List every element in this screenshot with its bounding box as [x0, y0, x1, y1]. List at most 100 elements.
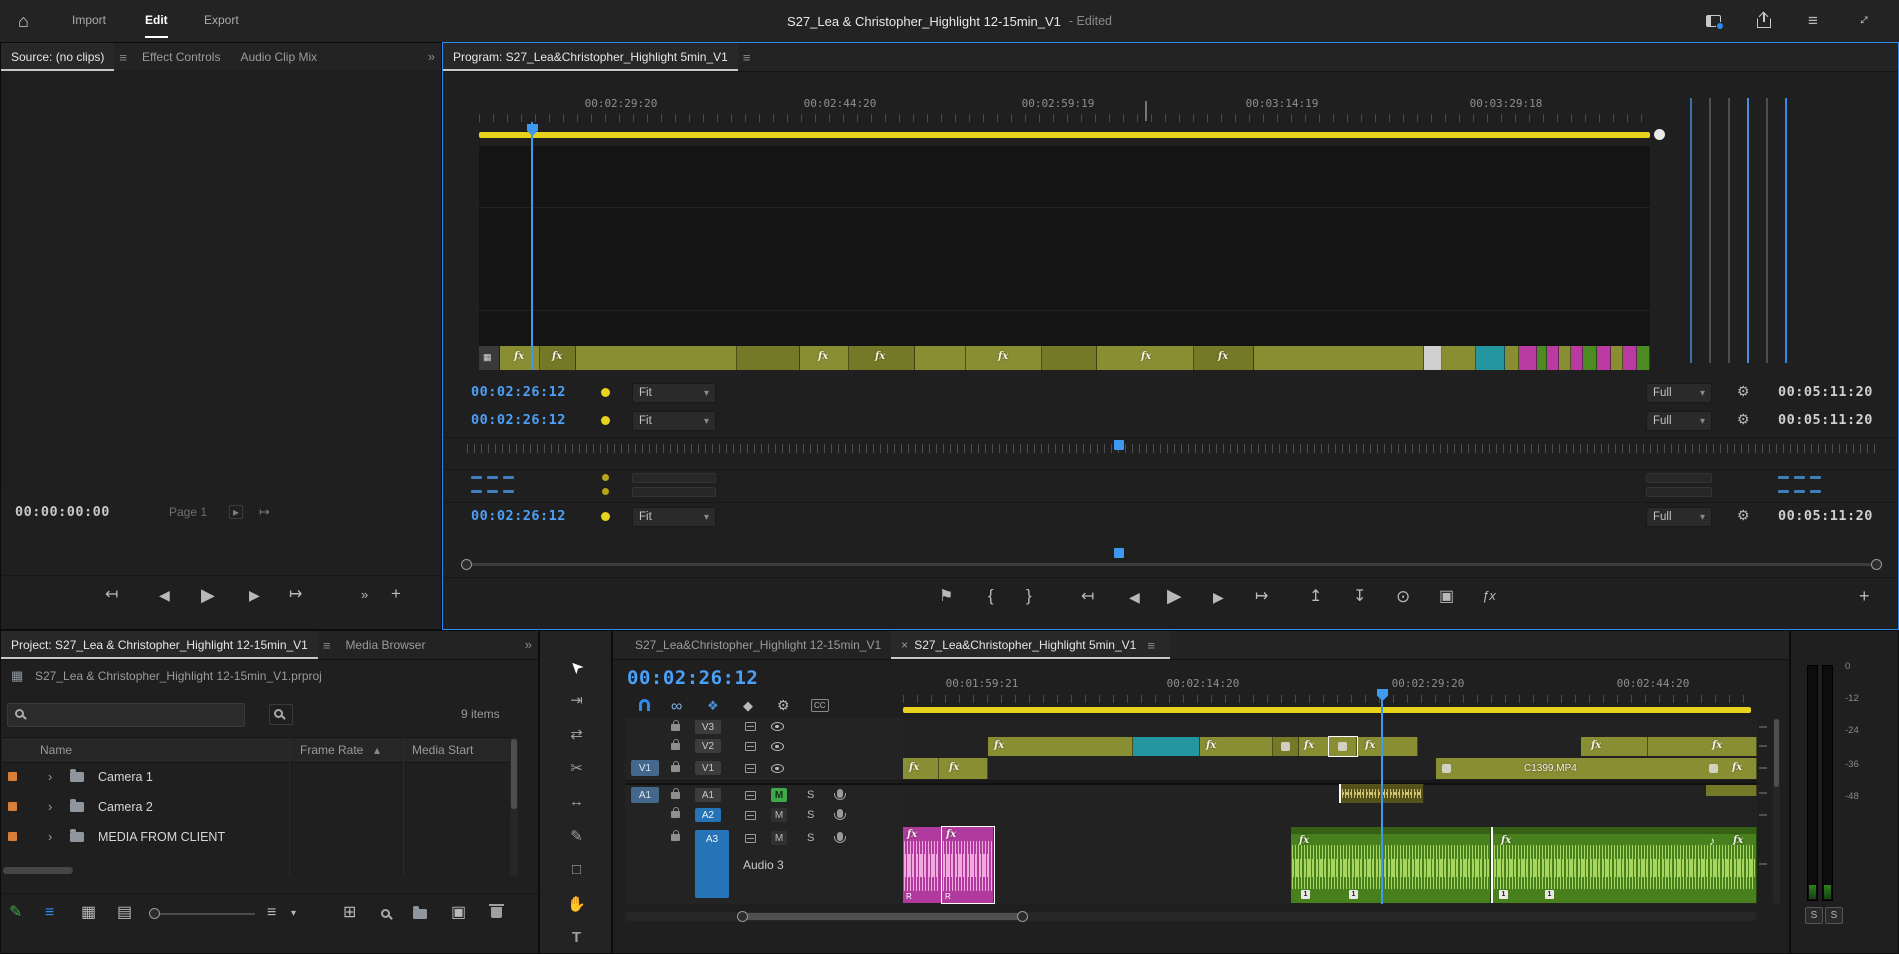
seekbar-playhead[interactable] [1114, 548, 1124, 558]
video-clip[interactable]: fx [1648, 737, 1757, 756]
sync-lock-icon[interactable] [745, 722, 756, 731]
tab-program[interactable]: Program: S27_Lea&Christopher_Highlight 5… [443, 43, 738, 71]
hscrollbar-left-handle[interactable] [737, 911, 748, 922]
track-target-a3[interactable]: A3 [695, 830, 729, 898]
filmstrip-clip[interactable] [1559, 346, 1571, 370]
solo-button[interactable]: S [807, 789, 814, 801]
workspaces-icon[interactable] [1706, 15, 1724, 30]
program-filmstrip[interactable]: ▦ fx fx fx fx fx fx fx [479, 346, 1650, 370]
find-button[interactable] [381, 909, 390, 918]
filmstrip-clip[interactable] [1623, 346, 1637, 370]
zoom-slider-track[interactable] [151, 913, 255, 915]
work-area-bar[interactable] [903, 707, 1751, 713]
list-view-button[interactable]: ≡ [45, 905, 54, 921]
work-area-end-handle[interactable] [1654, 129, 1665, 140]
work-area-bar[interactable] [479, 132, 1650, 138]
video-clip[interactable] [1273, 737, 1299, 756]
go-to-in-button[interactable]: ↤ [1081, 589, 1094, 605]
filmstrip-clip[interactable] [915, 346, 966, 370]
playback-resolution-select[interactable]: Full ▾ [1646, 411, 1712, 431]
zoom-select[interactable]: Fit ▾ [632, 411, 716, 431]
tab-effect-controls[interactable]: Effect Controls [132, 43, 230, 71]
video-clip[interactable]: fx [1299, 737, 1329, 756]
lock-icon[interactable] [671, 830, 680, 841]
audio-clip-pink-selected[interactable]: fx R [941, 826, 995, 904]
playhead-timecode[interactable]: 00:02:26:12 [471, 384, 566, 400]
mute-button[interactable]: M [771, 831, 787, 845]
label-color-chip[interactable] [8, 772, 17, 781]
program-panel-menu-icon[interactable]: ≡ [738, 50, 756, 65]
tab-sequence-12-15[interactable]: S27_Lea&Christopher_Highlight 12-15min_V… [625, 631, 891, 659]
settings-wrench-icon[interactable]: ⚙ [1737, 384, 1750, 398]
timeline-hscrollbar-thumb[interactable] [742, 913, 1024, 920]
source-patch-a1[interactable]: A1 [631, 787, 659, 803]
bin-name[interactable]: MEDIA FROM CLIENT [98, 830, 225, 844]
filmstrip-clip[interactable]: fx [540, 346, 576, 370]
add-button-icon[interactable]: + [1859, 587, 1870, 605]
mute-button[interactable]: M [771, 788, 787, 802]
playback-resolution-select[interactable]: Full ▾ [1646, 383, 1712, 403]
audio-clip-green[interactable]: fx ♪ fx [1491, 827, 1757, 903]
tab-source[interactable]: Source: (no clips) [1, 43, 115, 71]
video-clip[interactable]: fx [1357, 737, 1418, 756]
filmstrip-clip[interactable] [1519, 346, 1537, 370]
close-tab-icon[interactable]: × [901, 638, 908, 652]
track-target-v2[interactable]: V2 [695, 739, 721, 753]
new-item-button[interactable]: ▣ [451, 905, 466, 921]
project-writable-icon[interactable]: ✎ [9, 905, 22, 921]
filmstrip-clip[interactable] [1442, 346, 1476, 370]
slip-tool[interactable]: ↔ [540, 793, 611, 810]
razor-tool[interactable]: ✂ [540, 759, 611, 777]
linked-selection-icon[interactable]: ∞ [671, 699, 682, 715]
video-clip[interactable]: fx [1581, 737, 1648, 756]
page-indicator[interactable]: Page 1 [169, 505, 207, 519]
track-select-forward-tool[interactable]: ⇥ [540, 691, 611, 709]
share-icon[interactable] [1757, 13, 1771, 28]
sync-lock-icon[interactable] [745, 834, 756, 843]
playback-resolution-select[interactable]: Full ▾ [1646, 507, 1712, 527]
go-to-end-icon[interactable]: ↦ [259, 505, 270, 518]
sync-lock-icon[interactable] [745, 791, 756, 800]
pen-tool[interactable]: ✎ [540, 827, 611, 845]
panel-overflow-icon[interactable]: » [428, 49, 435, 64]
lock-icon[interactable] [671, 761, 680, 772]
sync-lock-icon[interactable] [745, 811, 756, 820]
panel-menu-icon[interactable]: ≡ [318, 638, 336, 653]
voiceover-record-icon[interactable] [833, 832, 846, 843]
voiceover-record-icon[interactable] [833, 789, 846, 800]
delete-button[interactable] [489, 904, 504, 918]
filmstrip-clip[interactable]: fx [500, 346, 540, 370]
video-clip-c1399[interactable]: C1399.MP4 fx [1436, 758, 1757, 779]
filmstrip-clip[interactable] [1611, 346, 1623, 370]
lock-icon[interactable] [671, 720, 680, 731]
mark-out-button[interactable]: } [1026, 587, 1032, 604]
home-icon[interactable]: ⌂ [18, 12, 29, 30]
snap-icon[interactable] [639, 699, 650, 711]
extract-button[interactable]: ↧ [1353, 589, 1366, 605]
fullscreen-icon[interactable]: ↕ [1856, 11, 1874, 29]
seekbar-left-handle[interactable] [461, 559, 472, 570]
label-color-chip[interactable] [8, 832, 17, 841]
track-output-eye-icon[interactable] [771, 722, 784, 731]
mini-timeline-ticks[interactable] [467, 444, 1878, 453]
solo-right-button[interactable]: S [1825, 907, 1843, 924]
bin-row[interactable]: › Camera 1 [2, 762, 510, 792]
hscrollbar-right-handle[interactable] [1017, 911, 1028, 922]
lift-button[interactable]: ↥ [1309, 589, 1322, 605]
filmstrip-clip[interactable]: fx [1097, 346, 1194, 370]
timeline-tracks[interactable]: fx fx fx fx fx fx fx fx C1399.MP4 fx fx … [903, 718, 1757, 904]
audio-clip[interactable] [1706, 785, 1757, 796]
go-to-out-button[interactable]: ↦ [1255, 589, 1268, 605]
track-target-a1[interactable]: A1 [695, 788, 721, 802]
resolution-dot[interactable] [601, 416, 610, 425]
track-output-eye-icon[interactable] [771, 764, 784, 773]
disclosure-chevron-icon[interactable]: › [48, 829, 52, 844]
tab-sequence-5min[interactable]: × S27_Lea&Christopher_Highlight 5min_V1 … [891, 631, 1170, 659]
column-media-start[interactable]: Media Start [412, 743, 473, 757]
transport-overflow-icon[interactable]: » [361, 588, 368, 601]
panel-menu-icon[interactable]: ≡ [1142, 638, 1160, 653]
project-vscrollbar-thumb[interactable] [511, 739, 517, 809]
sync-lock-icon[interactable] [745, 764, 756, 773]
video-clip[interactable] [1133, 737, 1200, 756]
step-back-button[interactable]: ◀ [1129, 590, 1140, 604]
